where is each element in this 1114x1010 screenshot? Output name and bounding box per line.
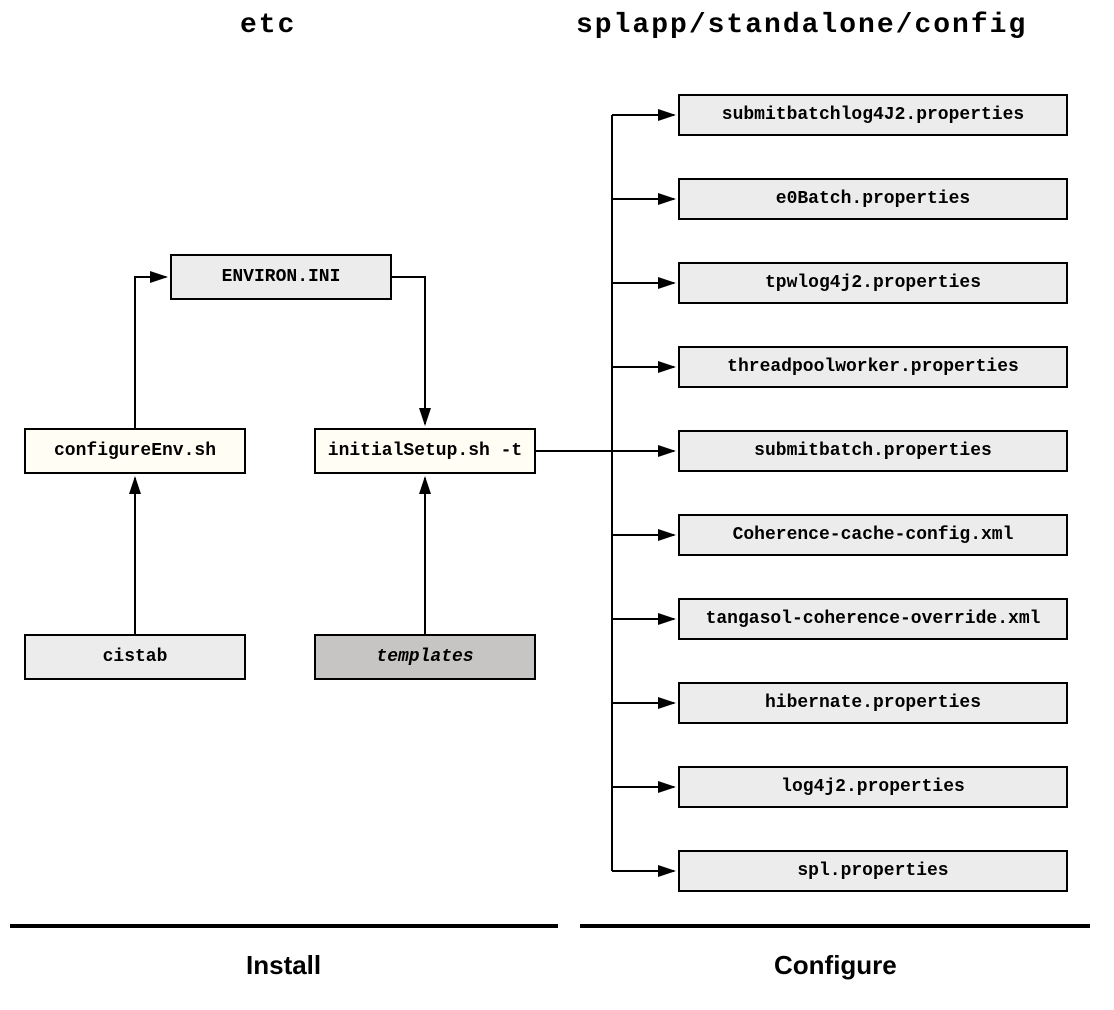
- cfg-box-5: Coherence-cache-config.xml: [678, 514, 1068, 556]
- cfg-box-0: submitbatchlog4J2.properties: [678, 94, 1068, 136]
- cfg-box-7: hibernate.properties: [678, 682, 1068, 724]
- cfg-box-8: log4j2.properties: [678, 766, 1068, 808]
- divider-install: [10, 924, 558, 928]
- cfg-box-2: tpwlog4j2.properties: [678, 262, 1068, 304]
- box-environ-ini: ENVIRON.INI: [170, 254, 392, 300]
- cfg-box-3: threadpoolworker.properties: [678, 346, 1068, 388]
- cfg-box-6: tangasol-coherence-override.xml: [678, 598, 1068, 640]
- diagram-canvas: etc splapp/standalone/config ENVIRON.INI…: [0, 0, 1114, 1010]
- cfg-box-9: spl.properties: [678, 850, 1068, 892]
- cfg-box-1: e0Batch.properties: [678, 178, 1068, 220]
- box-configure-env: configureEnv.sh: [24, 428, 246, 474]
- box-initial-setup: initialSetup.sh -t: [314, 428, 536, 474]
- footer-install: Install: [246, 950, 321, 981]
- header-splapp: splapp/standalone/config: [576, 10, 1027, 41]
- box-cistab: cistab: [24, 634, 246, 680]
- header-etc: etc: [240, 10, 296, 41]
- divider-configure: [580, 924, 1090, 928]
- box-templates: templates: [314, 634, 536, 680]
- footer-configure: Configure: [774, 950, 897, 981]
- cfg-box-4: submitbatch.properties: [678, 430, 1068, 472]
